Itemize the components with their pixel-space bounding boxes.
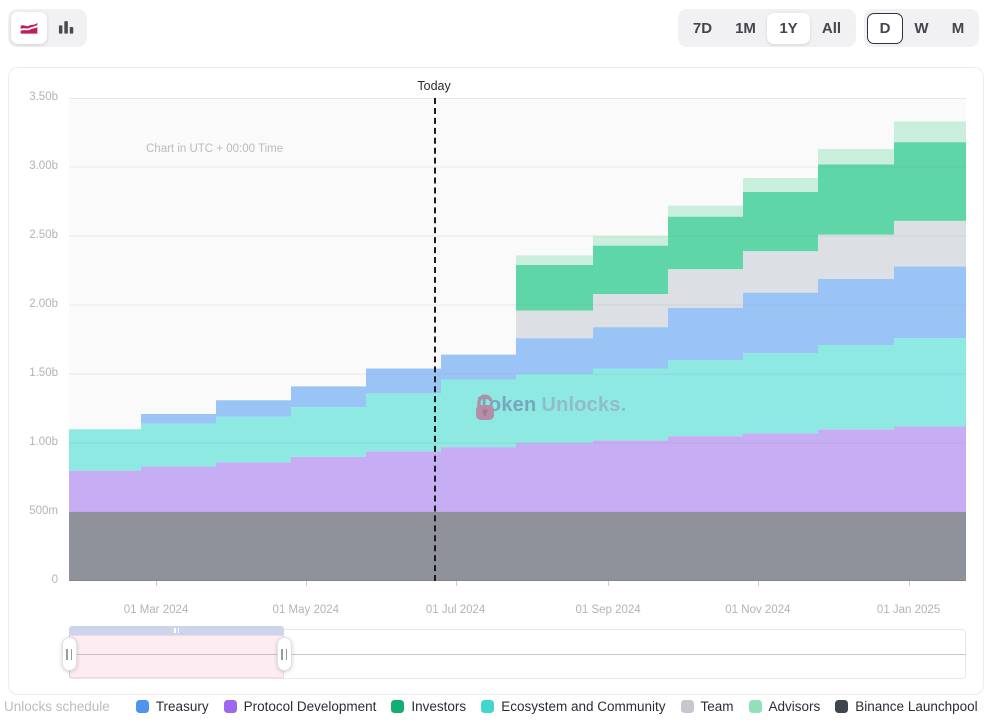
x-axis-tick (758, 581, 759, 586)
legend: Unlocks schedule Treasury Protocol Develo… (4, 699, 978, 714)
legend-item-investors[interactable]: Investors (391, 699, 466, 714)
today-marker-line (434, 98, 436, 581)
range-button-All[interactable]: All (810, 13, 853, 44)
area-chart-icon (19, 17, 39, 40)
chart-type-toggle (8, 9, 87, 47)
stacked-area-plot (69, 98, 966, 581)
brush-handle-right[interactable] (277, 637, 292, 671)
legend-swatch-icon (749, 700, 762, 713)
utc-note: Chart in UTC + 00:00 Time (146, 143, 283, 155)
x-axis-label: 01 Jan 2025 (877, 604, 940, 616)
x-axis-tick (608, 581, 609, 586)
legend-label: Investors (411, 699, 466, 714)
chart-card: Chart in UTC + 00:00 Time TokenUnlocks. … (8, 67, 984, 695)
legend-item-ecosystem-and-community[interactable]: Ecosystem and Community (481, 699, 665, 714)
legend-item-team[interactable]: Team (681, 699, 734, 714)
x-axis-tick (156, 581, 157, 586)
x-axis-tick (456, 581, 457, 586)
legend-item-binance-launchpool[interactable]: Binance Launchpool (835, 699, 977, 714)
unlock-schedule-chart[interactable]: Chart in UTC + 00:00 Time TokenUnlocks. (69, 98, 966, 581)
x-axis-tick (909, 581, 910, 586)
x-axis-tick (306, 581, 307, 586)
range-button-1Y[interactable]: 1Y (767, 13, 810, 44)
interval-button-M[interactable]: M (940, 13, 976, 44)
x-axis-label: 01 Nov 2024 (725, 604, 790, 616)
area-chart-button[interactable] (11, 12, 47, 44)
y-axis-label: 2.50b (9, 229, 58, 241)
brush-handle-left[interactable] (62, 637, 77, 671)
range-button-7D[interactable]: 7D (681, 13, 724, 44)
y-axis-label: 3.50b (9, 91, 58, 103)
range-button-1M[interactable]: 1M (724, 13, 767, 44)
x-axis-label: 01 May 2024 (273, 604, 340, 616)
today-label: Today (417, 79, 450, 93)
legend-item-protocol-development[interactable]: Protocol Development (224, 699, 377, 714)
legend-item-advisors[interactable]: Advisors (749, 699, 821, 714)
y-axis-label: 500m (9, 505, 58, 517)
legend-label: Advisors (769, 699, 821, 714)
interval-button-D[interactable]: D (867, 13, 903, 44)
brush-top-grip-icon[interactable] (173, 628, 180, 633)
legend-label: Binance Launchpool (855, 699, 977, 714)
range-selector: 7D1M1YAll (678, 9, 856, 47)
x-axis-label: 01 Jul 2024 (426, 604, 485, 616)
token-unlocks-app: 7D1M1YAll DWM Chart in UTC + 00:00 Time … (0, 0, 992, 726)
legend-swatch-icon (835, 700, 848, 713)
y-axis-label: 3.00b (9, 160, 58, 172)
y-axis-label: 0 (9, 574, 58, 586)
interval-button-W[interactable]: W (904, 13, 940, 44)
legend-swatch-icon (136, 700, 149, 713)
x-axis-label: 01 Mar 2024 (124, 604, 189, 616)
legend-label: Team (701, 699, 734, 714)
x-axis-label: 01 Sep 2024 (575, 604, 640, 616)
bar-chart-button[interactable] (49, 12, 85, 44)
legend-swatch-icon (224, 700, 237, 713)
legend-swatch-icon (391, 700, 404, 713)
legend-label: Ecosystem and Community (501, 699, 665, 714)
legend-items: Treasury Protocol Development Investors Eco… (136, 699, 978, 714)
legend-label: Protocol Development (244, 699, 377, 714)
y-axis-label: 1.50b (9, 367, 58, 379)
y-axis-label: 1.00b (9, 436, 58, 448)
legend-swatch-icon (681, 700, 694, 713)
bar-chart-icon (56, 17, 76, 40)
legend-label: Treasury (156, 699, 209, 714)
legend-swatch-icon (481, 700, 494, 713)
y-axis-label: 2.00b (9, 298, 58, 310)
legend-item-treasury[interactable]: Treasury (136, 699, 209, 714)
brush-selection[interactable] (69, 635, 284, 678)
legend-title: Unlocks schedule (4, 699, 110, 714)
interval-selector: DWM (864, 9, 979, 47)
area-series-binance-launchpool (69, 512, 966, 581)
